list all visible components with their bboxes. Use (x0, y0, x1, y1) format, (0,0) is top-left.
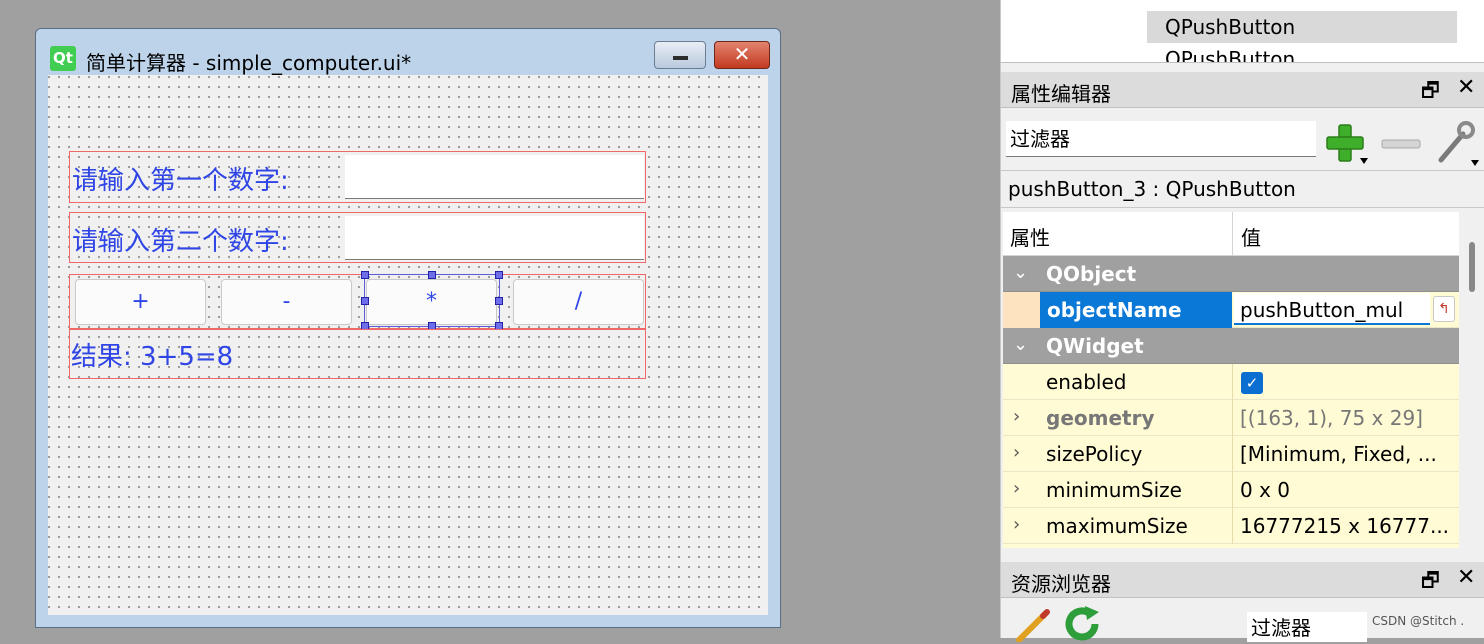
enabled-checkbox[interactable]: ✓ (1241, 372, 1263, 394)
property-name: objectName (1047, 298, 1182, 322)
property-row-sizepolicy[interactable]: › sizePolicy [Minimum, Fixed, ... (1003, 436, 1459, 472)
column-divider (1232, 508, 1233, 544)
minimize-button[interactable] (654, 41, 706, 69)
first-number-label[interactable]: 请输入第一个数字: (72, 160, 289, 197)
form-window: Qt 简单计算器 - simple_computer.ui* ✕ 请输入第一个数… (35, 28, 781, 628)
float-dock-button[interactable]: 🗗 (1421, 566, 1440, 600)
modified-marker (1003, 292, 1040, 328)
resource-browser-title: 资源浏览器 (1011, 572, 1111, 596)
property-value[interactable]: [(163, 1), 75 x 29] (1240, 406, 1423, 430)
configure-wrench-icon[interactable] (1433, 120, 1479, 168)
float-dock-button[interactable]: 🗗 (1421, 76, 1440, 110)
property-row-geometry[interactable]: › geometry [(163, 1), 75 x 29] (1003, 400, 1459, 436)
column-divider (1232, 436, 1233, 472)
resize-handle-tr[interactable] (495, 271, 503, 279)
resize-handle-t[interactable] (428, 271, 436, 279)
property-table-header: 属性 值 (1003, 212, 1459, 256)
property-row-maximumsize[interactable]: › maximumSize 16777215 x 16777... (1003, 508, 1459, 544)
property-value[interactable]: 16777215 x 16777... (1240, 514, 1449, 538)
resource-browser-titlebar[interactable]: 资源浏览器 🗗 ✕ (1001, 562, 1484, 598)
property-value[interactable]: 0 x 0 (1240, 478, 1290, 502)
property-name: geometry (1046, 406, 1155, 430)
form-titlebar[interactable]: Qt 简单计算器 - simple_computer.ui* ✕ (36, 29, 780, 75)
property-name: sizePolicy (1046, 442, 1143, 466)
collapsed-arrow-icon[interactable]: › (1013, 478, 1020, 499)
multiply-button[interactable]: * (366, 279, 497, 325)
layout-row-first-number[interactable]: 请输入第一个数字: (69, 151, 646, 203)
property-row-objectname[interactable]: objectName pushButton_mul ↰ (1003, 292, 1459, 328)
column-divider (1232, 212, 1233, 256)
column-divider (1232, 400, 1233, 436)
reload-resources-icon[interactable] (1061, 604, 1105, 644)
resize-handle-tl[interactable] (361, 271, 369, 279)
property-filter-input[interactable]: 过滤器 (1006, 121, 1316, 157)
property-row-minimumsize[interactable]: › minimumSize 0 x 0 (1003, 472, 1459, 508)
reset-property-button[interactable]: ↰ (1433, 296, 1455, 322)
object-inspector-item[interactable]: QPushButton (1147, 43, 1457, 62)
right-dock-area: QPushButton QPushButton 属性编辑器 🗗 ✕ 过滤器 pu… (1000, 0, 1484, 642)
property-editor-titlebar[interactable]: 属性编辑器 🗗 ✕ (1001, 72, 1484, 108)
group-name: QObject (1046, 262, 1137, 286)
property-name: enabled (1046, 370, 1127, 394)
column-divider (1232, 364, 1233, 400)
selected-object-class: pushButton_3 : QPushButton (1001, 170, 1484, 208)
expand-arrow-icon[interactable]: ⌄ (1013, 334, 1028, 355)
edit-resources-pencil-icon[interactable] (1015, 608, 1051, 642)
form-canvas[interactable]: 请输入第一个数字: 请输入第二个数字: + - * / 结果: 3+5=8 (48, 75, 768, 615)
value-column-header[interactable]: 值 (1241, 222, 1261, 251)
watermark: CSDN @Stitch . (1372, 614, 1465, 628)
form-window-title: 简单计算器 - simple_computer.ui* (86, 51, 412, 75)
minimize-icon (673, 56, 688, 60)
group-name: QWidget (1046, 334, 1144, 358)
group-row-qobject[interactable]: ⌄ QObject (1003, 256, 1459, 292)
layout-row-operators[interactable]: + - * / (69, 271, 646, 330)
subtract-button[interactable]: - (221, 279, 352, 325)
property-name: maximumSize (1046, 514, 1188, 538)
property-name: minimumSize (1046, 478, 1182, 502)
property-row-partial (1003, 544, 1459, 548)
add-dynamic-property-icon[interactable] (1324, 122, 1368, 166)
qt-logo-icon: Qt (50, 46, 76, 71)
close-dock-button[interactable]: ✕ (1457, 565, 1475, 590)
add-button[interactable]: + (75, 279, 206, 325)
property-table[interactable]: 属性 值 ⌄ QObject objectName pushButton_mul… (1003, 212, 1459, 548)
result-label[interactable]: 结果: 3+5=8 (71, 336, 233, 373)
column-divider (1232, 472, 1233, 508)
collapsed-arrow-icon[interactable]: › (1013, 442, 1020, 463)
first-number-input[interactable] (345, 155, 644, 199)
property-editor-title: 属性编辑器 (1011, 82, 1111, 106)
collapsed-arrow-icon[interactable]: › (1013, 514, 1020, 535)
object-inspector-item[interactable]: QPushButton (1147, 11, 1457, 43)
property-value[interactable]: [Minimum, Fixed, ... (1240, 442, 1437, 466)
expand-arrow-icon[interactable]: ⌄ (1013, 262, 1028, 283)
divide-button[interactable]: / (513, 279, 644, 325)
layout-row-second-number[interactable]: 请输入第二个数字: (69, 212, 646, 263)
second-number-label[interactable]: 请输入第二个数字: (72, 221, 289, 258)
property-filter-row: 过滤器 (1001, 108, 1484, 170)
remove-dynamic-property-icon[interactable] (1381, 135, 1421, 153)
group-row-qwidget[interactable]: ⌄ QWidget (1003, 328, 1459, 364)
close-window-button[interactable]: ✕ (714, 41, 770, 69)
property-row-enabled[interactable]: enabled ✓ (1003, 364, 1459, 400)
collapsed-arrow-icon[interactable]: › (1013, 406, 1020, 427)
object-inspector-list[interactable]: QPushButton QPushButton (1001, 0, 1484, 63)
close-dock-button[interactable]: ✕ (1457, 75, 1475, 100)
scrollbar-thumb[interactable] (1469, 242, 1475, 292)
property-value[interactable]: pushButton_mul (1240, 298, 1403, 322)
property-table-scrollbar[interactable] (1461, 212, 1483, 548)
second-number-input[interactable] (345, 216, 644, 260)
property-column-header[interactable]: 属性 (1010, 222, 1050, 251)
layout-row-result[interactable]: 结果: 3+5=8 (69, 329, 646, 379)
